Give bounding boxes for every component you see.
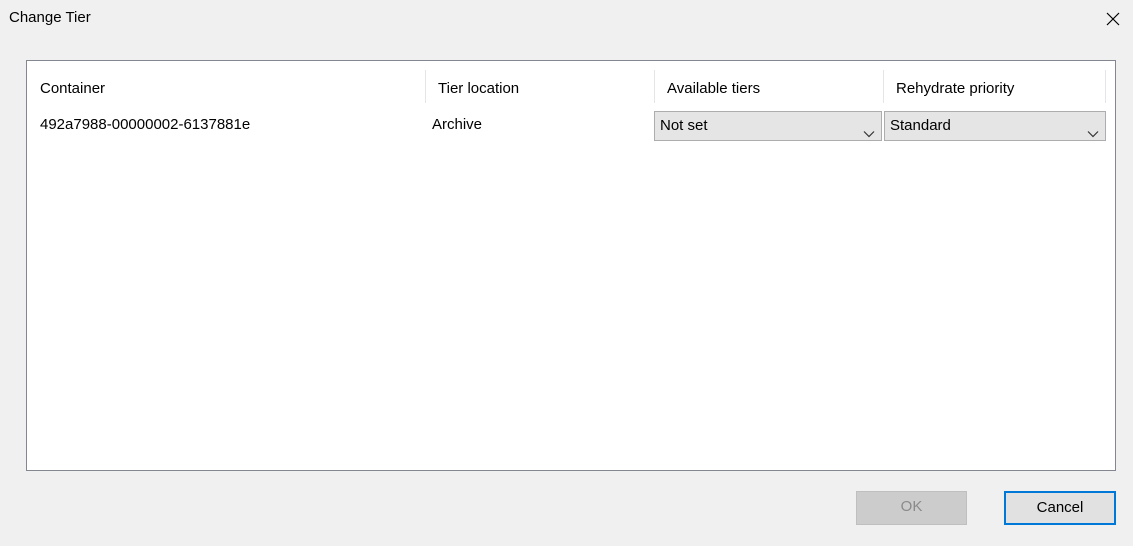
column-header-available-tiers[interactable]: Available tiers [654,61,883,103]
ok-button[interactable]: OK [856,491,967,525]
column-header-container[interactable]: Container [27,61,425,103]
column-header-tier-location[interactable]: Tier location [425,61,654,103]
close-button[interactable] [1092,0,1133,38]
available-tiers-value: Not set [660,117,708,134]
rehydrate-priority-value: Standard [890,117,951,134]
container-name-cell: 492a7988-00000002-6137881e [40,116,251,133]
rehydrate-priority-dropdown[interactable]: Standard [884,111,1106,141]
close-icon [1105,11,1121,27]
cancel-button[interactable]: Cancel [1004,491,1116,525]
tier-location-cell: Archive [432,116,483,133]
list-header: Container Tier location Available tiers … [27,61,1115,103]
change-tier-dialog: Change Tier Container Tier location Avai… [0,0,1133,546]
column-divider[interactable] [1105,70,1106,103]
available-tiers-dropdown[interactable]: Not set [654,111,882,141]
chevron-down-icon [1087,121,1099,138]
tier-list[interactable]: Container Tier location Available tiers … [26,60,1116,471]
column-header-rehydrate-priority[interactable]: Rehydrate priority [883,61,1105,103]
dialog-title: Change Tier [9,9,91,26]
chevron-down-icon [863,121,875,138]
